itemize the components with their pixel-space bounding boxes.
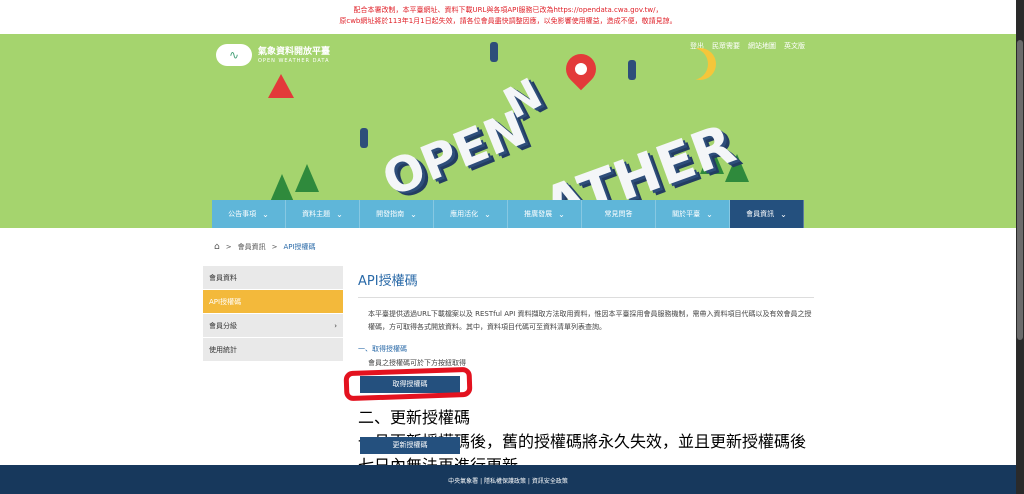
tree-icon <box>295 164 319 192</box>
public-link[interactable]: 民眾需要 <box>712 41 740 51</box>
warning-icon <box>268 74 294 98</box>
intro-text: 本平臺提供透過URL下載檔案以及 RESTful API 資料擷取方法取用資料，… <box>368 310 812 331</box>
home-icon[interactable]: ⌂ <box>214 242 220 252</box>
logo-wave-icon: ∿ <box>216 44 252 66</box>
page-title: API授權碼 <box>358 270 814 298</box>
person-figure <box>628 60 636 80</box>
nav-applications[interactable]: 應用活化 ⌄ <box>434 200 508 228</box>
nav-data-topics[interactable]: 資料主題 ⌄ <box>286 200 360 228</box>
chevron-down-icon: ⌄ <box>336 209 343 219</box>
scrollbar[interactable] <box>1016 0 1024 494</box>
main-content: API授權碼 本平臺提供透過URL下載檔案以及 RESTful API 資料擷取… <box>358 270 814 368</box>
chevron-right-icon: › <box>334 321 337 330</box>
chevron-down-icon: ⌄ <box>558 209 565 219</box>
english-link[interactable]: 英文版 <box>784 41 805 51</box>
footer: 中央氣象署 | 隱私權保護政策 | 資訊安全政策 <box>0 465 1016 494</box>
section-get-text: 會員之授權碼可於下方按鈕取得 <box>368 359 466 367</box>
breadcrumb-member-info[interactable]: 會員資訊 <box>238 242 266 252</box>
site-logo[interactable]: ∿ 氣象資料開放平臺 OPEN WEATHER DATA <box>216 44 330 66</box>
person-figure <box>360 128 368 148</box>
hero-word-open: OPEN <box>374 100 535 208</box>
nav-promotion[interactable]: 推廣發展 ⌄ <box>508 200 582 228</box>
chevron-down-icon: ⌄ <box>484 209 491 219</box>
nav-announcements[interactable]: 公告事項 ⌄ <box>212 200 286 228</box>
chevron-down-icon: ⌄ <box>780 209 787 219</box>
breadcrumb: ⌂ > 會員資訊 > API授權碼 <box>214 242 316 252</box>
sitemap-link[interactable]: 網站地圖 <box>748 41 776 51</box>
nav-dev-guide[interactable]: 開發指南 ⌄ <box>360 200 434 228</box>
section-get-title: 一、取得授權碼 <box>358 345 407 353</box>
nav-member-info[interactable]: 會員資訊 ⌄ <box>730 200 804 228</box>
sidebar-item-member-data[interactable]: 會員資料 <box>203 266 343 290</box>
breadcrumb-separator: > <box>225 243 232 251</box>
sidebar-item-usage-stats[interactable]: 使用統計 <box>203 338 343 362</box>
highlight-annotation <box>343 366 473 402</box>
scrollbar-thumb[interactable] <box>1017 40 1023 340</box>
moon-icon <box>676 48 708 80</box>
notice-banner: 配合本署改制，本平臺網址、資料下載URL與各項API服務已改為https://o… <box>0 0 1016 34</box>
nav-about[interactable]: 關於平臺 ⌄ <box>656 200 730 228</box>
notice-line-2: 原cwb網址將於113年1月1日起失效，請各位會員盡快調整因應，以免影響使用權益… <box>339 17 677 25</box>
breadcrumb-current: API授權碼 <box>283 243 316 251</box>
logo-subtitle: OPEN WEATHER DATA <box>258 57 330 64</box>
main-nav: 公告事項 ⌄ 資料主題 ⌄ 開發指南 ⌄ 應用活化 ⌄ 推廣發展 ⌄ 常見問答 關於平臺 ⌄… <box>212 200 804 228</box>
tree-icon <box>270 174 294 202</box>
top-links: 登出 民眾需要 網站地圖 英文版 <box>690 41 805 51</box>
breadcrumb-separator: > <box>271 243 278 251</box>
chevron-down-icon: ⌄ <box>410 209 417 219</box>
hero-banner: ∿ 氣象資料開放平臺 OPEN WEATHER DATA 登出 民眾需要 網站地… <box>0 34 1016 228</box>
sidebar: 會員資料 API授權碼 會員分級 › 使用統計 <box>203 266 343 362</box>
update-api-key-button[interactable]: 更新授權碼 <box>360 437 460 454</box>
person-figure <box>490 42 498 62</box>
browser-page: 配合本署改制，本平臺網址、資料下載URL與各項API服務已改為https://o… <box>0 0 1016 494</box>
sidebar-item-api-key[interactable]: API授權碼 <box>203 290 343 314</box>
section-update-title: 二、更新授權碼 <box>358 408 471 427</box>
logo-title: 氣象資料開放平臺 <box>258 46 331 57</box>
notice-line-1: 配合本署改制，本平臺網址、資料下載URL與各項API服務已改為https://o… <box>353 6 663 14</box>
chevron-down-icon: ⌄ <box>262 209 269 219</box>
chevron-down-icon: ⌄ <box>706 209 713 219</box>
location-pin-icon <box>559 47 603 91</box>
sidebar-item-member-level[interactable]: 會員分級 › <box>203 314 343 338</box>
nav-faq[interactable]: 常見問答 <box>582 200 656 228</box>
